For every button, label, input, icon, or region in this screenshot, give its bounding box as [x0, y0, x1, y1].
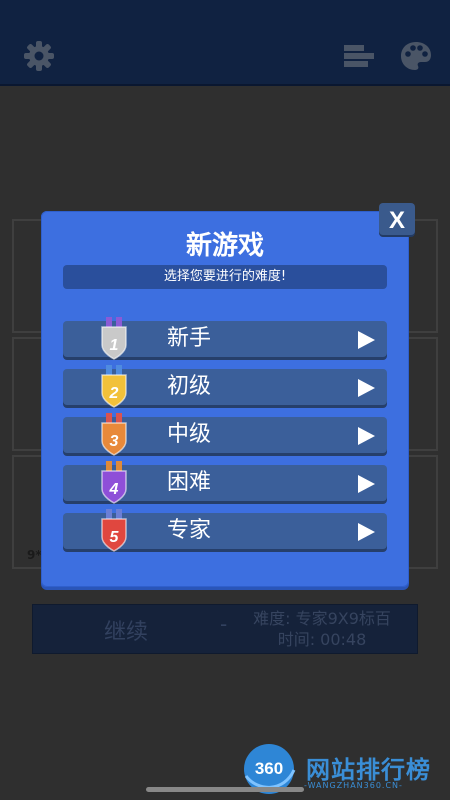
play-arrow-icon	[358, 523, 375, 541]
medal-number: 3	[110, 433, 119, 450]
medal-number: 5	[110, 529, 120, 546]
play-arrow-icon	[358, 331, 375, 349]
close-label: X	[389, 207, 405, 234]
close-icon: X	[389, 207, 405, 234]
time-info: 时间: 00:48	[277, 630, 367, 649]
palette-icon[interactable]	[398, 38, 434, 74]
top-bar	[0, 0, 450, 86]
level-label: 初级	[167, 374, 212, 399]
board-label: 9*	[27, 548, 42, 562]
medal-number: 4	[109, 481, 119, 498]
medal-number: 2	[109, 385, 119, 402]
level-label: 新手	[167, 326, 212, 351]
watermark-subtext: -WANGZHAN360.CN-	[304, 781, 403, 790]
level-label: 专家	[167, 518, 212, 543]
watermark-badge: 360	[255, 759, 283, 778]
continue-info: 难度: 专家9X9标百 时间: 00:48	[232, 608, 412, 650]
medal-icon: 3	[101, 413, 127, 456]
level-button[interactable]: 4 困难	[63, 461, 387, 504]
watermark-text: 网站排行榜	[306, 756, 431, 784]
play-arrow-icon	[358, 427, 375, 445]
play-arrow-icon	[358, 475, 375, 493]
dialog-subtitle: 选择您要进行的难度!	[63, 265, 387, 289]
dialog-title: 新游戏	[185, 231, 264, 261]
level-button[interactable]: 3 中级	[63, 413, 387, 456]
close-button[interactable]: X	[379, 203, 415, 235]
medal-icon: 4	[101, 461, 127, 504]
continue-dash: -	[220, 612, 228, 636]
difficulty-info: 难度: 专家9X9标百	[253, 609, 391, 628]
medal-icon: 2	[101, 365, 127, 408]
level-label: 困难	[167, 470, 212, 495]
gear-icon[interactable]	[21, 38, 57, 74]
leaderboard-icon[interactable]	[340, 38, 376, 74]
medal-number: 1	[110, 337, 119, 354]
continue-label: 继续	[104, 620, 149, 645]
home-indicator	[146, 787, 304, 792]
level-button[interactable]: 1 新手	[63, 317, 387, 360]
medal-icon: 5	[101, 509, 127, 552]
play-arrow-icon	[358, 379, 375, 397]
level-label: 中级	[167, 422, 212, 447]
new-game-dialog: 新游戏 选择您要进行的难度! 1 新手 2 初级 3 中级 4 困难 5 专家	[41, 211, 409, 587]
medal-icon: 1	[101, 317, 127, 360]
level-button[interactable]: 2 初级	[63, 365, 387, 408]
level-button[interactable]: 5 专家	[63, 509, 387, 552]
